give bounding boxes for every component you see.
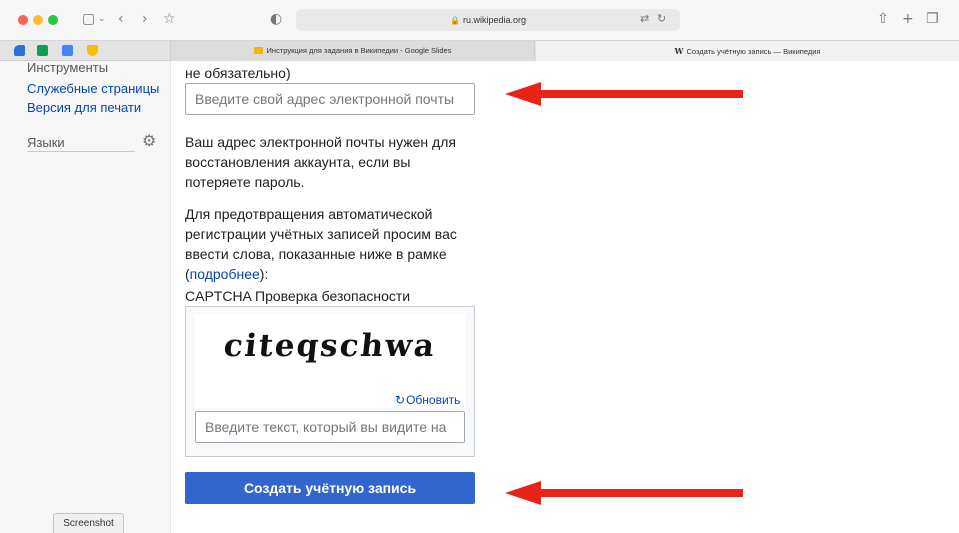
zoom-window-button[interactable] (48, 15, 58, 25)
google-calendar-icon[interactable] (62, 45, 73, 56)
google-sheets-icon[interactable] (37, 45, 48, 56)
tab-google-slides[interactable]: Инструкция для задания в Википедии - Goo… (170, 41, 535, 61)
tab-wikipedia[interactable]: W Создать учётную запись — Википедия (536, 41, 959, 61)
sidebar-languages-heading: Языки (27, 135, 65, 150)
favorite-site-icon[interactable] (14, 45, 25, 56)
new-tab-icon[interactable]: + (902, 9, 914, 29)
captcha-more-link[interactable]: подробнее (190, 266, 260, 282)
address-bar[interactable]: 🔒 ru.wikipedia.org (296, 9, 680, 31)
wikipedia-icon: W (674, 46, 684, 56)
captcha-help-line-2: регистрации учётных записей просим вас (185, 226, 457, 242)
email-label-tail: не обязательно) (185, 65, 291, 81)
back-icon[interactable]: ‹ (118, 9, 124, 29)
address-url: ru.wikipedia.org (462, 15, 526, 25)
sidebar-tools-heading: Инструменты (27, 60, 109, 75)
gear-icon[interactable]: ⚙ (142, 132, 156, 150)
captcha-help-line-1: Для предотвращения автоматической (185, 206, 433, 222)
lock-icon: 🔒 (450, 16, 460, 25)
privacy-shield-icon[interactable]: ◐ (270, 9, 282, 29)
red-arrow-email (505, 82, 743, 106)
reload-icon[interactable]: ↻ (657, 9, 666, 29)
google-slides-icon (253, 47, 263, 54)
screenshot-button[interactable]: Screenshot (53, 513, 124, 533)
sidebar-languages-underline (27, 151, 135, 152)
captcha-title: CAPTCHA Проверка безопасности (185, 288, 411, 304)
sidebar-item-special-pages[interactable]: Служебные страницы (27, 81, 159, 96)
arrow-shape (505, 481, 743, 505)
forward-icon[interactable]: › (142, 9, 148, 29)
browser-toolbar: ▢ ⌄ ‹ › ☆ ◐ 🔒 ru.wikipedia.org ⇄ ↻ ⇧ + ❐ (0, 0, 959, 40)
email-help-line-3: потеряете пароль. (185, 174, 305, 190)
captcha-word: citeqschwa (222, 328, 438, 364)
sidebar-item-printable-version[interactable]: Версия для печати (27, 100, 141, 115)
email-help-line-1: Ваш адрес электронной почты нужен для (185, 134, 456, 150)
create-account-button[interactable]: Создать учётную запись (185, 472, 475, 504)
minimize-window-button[interactable] (33, 15, 43, 25)
sidebar-divider (170, 61, 171, 533)
close-window-button[interactable] (18, 15, 28, 25)
tab-bar: Инструкция для задания в Википедии - Goo… (0, 40, 959, 61)
red-arrow-submit (505, 481, 743, 505)
email-input[interactable]: Введите свой адрес электронной почты (185, 83, 475, 115)
captcha-input[interactable]: Введите текст, который вы видите на (195, 411, 465, 443)
bookmark-star-icon[interactable]: ☆ (163, 9, 176, 29)
translate-icon[interactable]: ⇄ (640, 9, 649, 29)
sidebar-toggle-icon[interactable]: ▢ (82, 9, 95, 29)
captcha-refresh-button[interactable]: ↻Обновить (395, 393, 460, 407)
tab-overview-icon[interactable]: ❐ (926, 9, 939, 29)
share-icon[interactable]: ⇧ (877, 9, 889, 29)
arrow-shape (505, 82, 743, 106)
email-help-line-2: восстановления аккаунта, если вы (185, 154, 411, 170)
captcha-help-line-3: ввести слова, показанные ниже в рамке (185, 246, 447, 262)
captcha-help-line-4: (подробнее): (185, 266, 269, 282)
chevron-down-icon[interactable]: ⌄ (98, 9, 106, 29)
screenshot-frame: ▢ ⌄ ‹ › ☆ ◐ 🔒 ru.wikipedia.org ⇄ ↻ ⇧ + ❐ … (0, 0, 959, 533)
refresh-icon: ↻ (395, 393, 406, 407)
google-drive-icon[interactable] (87, 45, 98, 56)
